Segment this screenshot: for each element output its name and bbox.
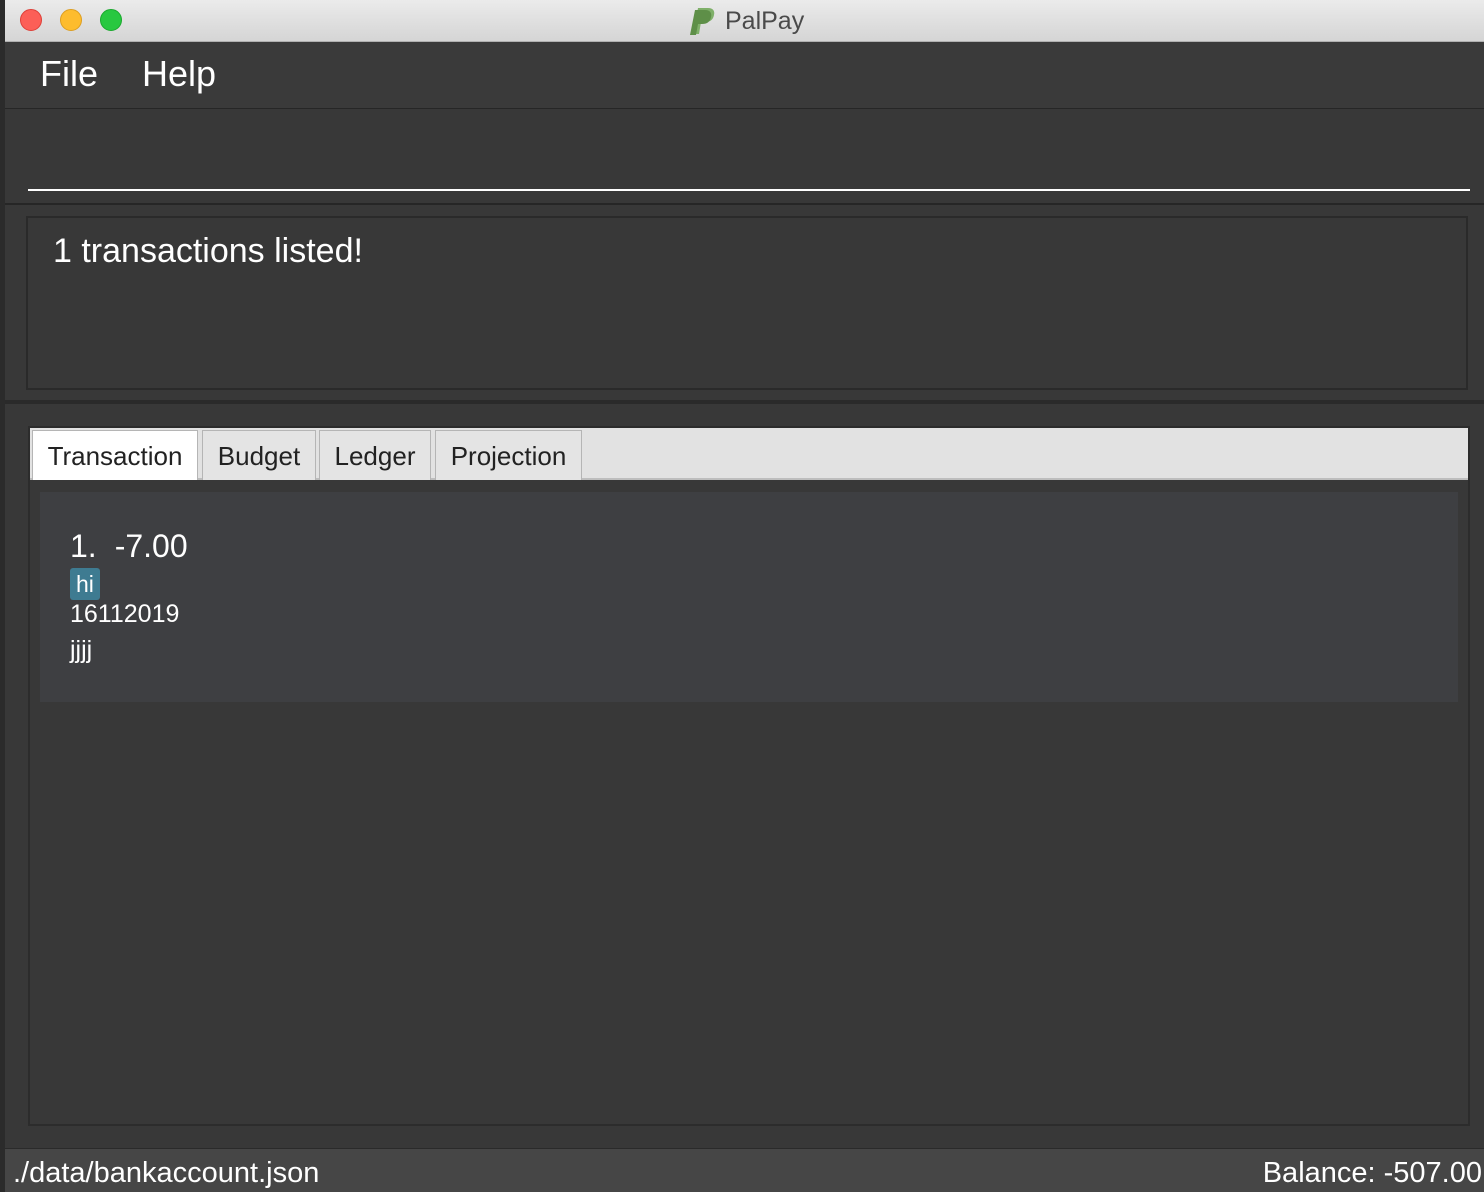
transaction-index: 1. xyxy=(70,528,97,564)
paypal-p-logo-icon xyxy=(690,8,715,35)
tab-pane: Transaction Budget Ledger Projection 1. -… xyxy=(28,426,1470,1126)
title-bar[interactable]: PalPay xyxy=(5,0,1484,42)
command-box xyxy=(5,109,1484,205)
maximize-window-button[interactable] xyxy=(100,9,122,31)
tab-transaction[interactable]: Transaction xyxy=(32,430,198,482)
status-file-path: ./data/bankaccount.json xyxy=(13,1157,320,1189)
result-message: 1 transactions listed! xyxy=(53,232,363,270)
transaction-card[interactable]: 1. -7.00 hi 16112019 jjjj xyxy=(40,492,1458,702)
tab-budget[interactable]: Budget xyxy=(202,430,316,480)
transaction-tag: hi xyxy=(70,568,100,600)
command-input[interactable] xyxy=(28,121,1470,191)
transaction-list[interactable]: 1. -7.00 hi 16112019 jjjj xyxy=(30,480,1468,1124)
window-title-group: PalPay xyxy=(689,4,804,38)
minimize-window-button[interactable] xyxy=(60,9,82,31)
close-window-button[interactable] xyxy=(20,9,42,31)
tab-ledger[interactable]: Ledger xyxy=(319,430,431,480)
menu-help[interactable]: Help xyxy=(142,54,216,94)
window-title: PalPay xyxy=(725,6,805,35)
menu-bar: File Help xyxy=(5,42,1484,109)
transaction-description: jjjj xyxy=(70,636,93,664)
transaction-amount: -7.00 xyxy=(114,528,188,564)
pane-divider[interactable] xyxy=(5,400,1484,404)
transaction-header: 1. -7.00 xyxy=(70,528,188,565)
app-window: PalPay File Help 1 transactions listed! … xyxy=(5,0,1484,1192)
tab-projection[interactable]: Projection xyxy=(435,430,582,480)
result-display: 1 transactions listed! xyxy=(26,216,1468,390)
status-balance: Balance: -507.00 xyxy=(1262,1157,1482,1189)
tab-header: Transaction Budget Ledger Projection xyxy=(30,428,1468,482)
transaction-date: 16112019 xyxy=(70,600,180,628)
menu-file[interactable]: File xyxy=(40,54,98,94)
status-bar: ./data/bankaccount.json Balance: -507.00 xyxy=(5,1148,1484,1192)
